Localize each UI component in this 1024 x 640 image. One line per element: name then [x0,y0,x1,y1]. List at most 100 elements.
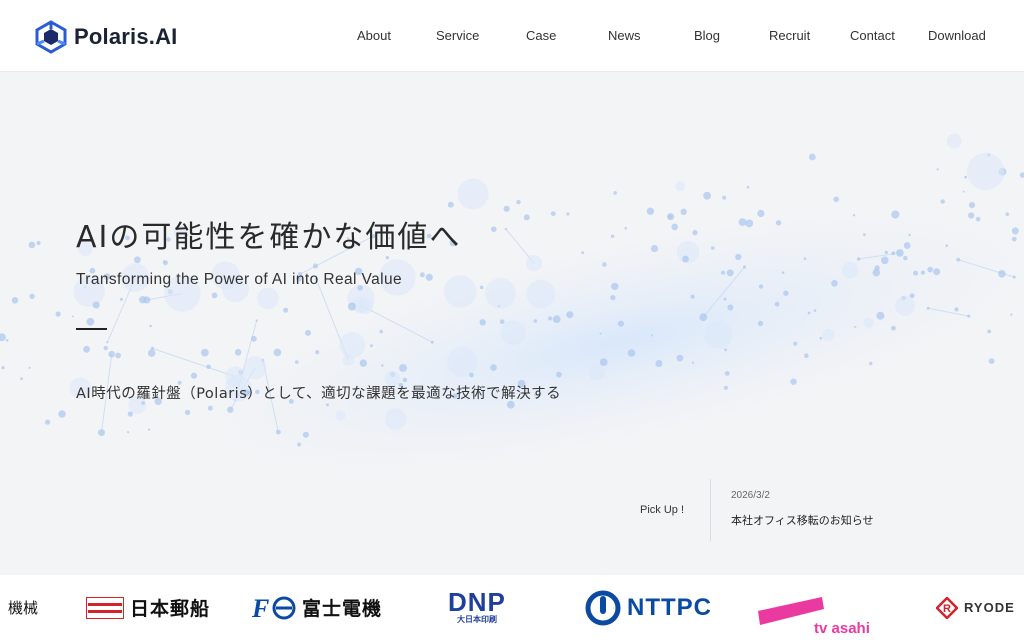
particle-dot [721,270,725,275]
nav-about[interactable]: About [357,28,391,43]
particle-dot [646,207,655,215]
particle-dot [342,354,355,366]
particle-dot [581,251,585,255]
particle-dot [359,359,367,367]
particle-dot [599,332,602,335]
particle-dot [347,302,356,311]
svg-text:R: R [943,603,951,615]
particle-dot [895,296,915,316]
particle-dot [704,321,733,350]
particle-dot [399,364,407,372]
particle-dot [381,364,384,367]
particle-dot [207,405,213,411]
nav-case[interactable]: Case [526,28,556,43]
particle-dot [526,279,556,309]
particle-dot [550,211,556,217]
particle-dot [302,431,309,438]
nav-download[interactable]: Download [928,28,986,43]
particle-dot [946,133,962,149]
client-label: 機械 [8,599,39,617]
particle-dot [257,287,279,310]
client-logo-ryoden: R RYODE [936,575,1015,640]
client-name: tv asahi [814,620,870,637]
particle-dot [379,329,384,334]
particle-dot [611,282,619,291]
particle-dot [139,296,147,304]
particle-dot [650,245,659,253]
particle-dot [1011,227,1019,235]
fuji-electric-mark-icon: F [252,595,296,621]
particle-dot [490,364,497,371]
particle-dot [743,265,747,269]
particle-dot [703,191,711,200]
particle-dot [954,307,959,312]
particle-dot [83,345,90,353]
particle-dot [927,266,933,273]
particle-dot [106,341,109,344]
particle-dot [385,255,389,260]
particle-dot [745,219,754,228]
main-nav: About Service Case News Blog Recruit Con… [0,0,1024,72]
client-logo-strip: 機械 日本郵船 F 富士電機 DNP 大日本印刷 NTTPC tv asahi [0,575,1024,640]
particle-dot [602,262,607,267]
particle-dot [807,311,811,315]
particle-dot [28,366,31,369]
particle-dot [443,275,477,308]
particle-dot [211,292,218,299]
particle-dot [722,195,727,200]
particle-dot [227,406,234,413]
particle-network-background [0,133,1024,502]
particle-dot [276,429,281,435]
particle-dot [675,181,686,192]
particle-dot [419,272,425,278]
pickup-news-link[interactable]: 本社オフィス移転のお知らせ [731,512,874,528]
particle-dot [783,290,789,296]
particle-dot [884,250,888,254]
particle-dot [430,340,434,344]
particle-dot [804,353,809,359]
particle-dot [726,269,734,277]
particle-dot [933,268,941,276]
particle-dot [667,213,675,221]
pickup-news-date: 2026/3/2 [731,490,770,501]
particle-dot [822,328,835,342]
particle-dot [325,403,329,407]
particle-dot [1019,172,1024,178]
particle-dot [813,309,817,312]
particle-dot [876,311,885,320]
particle-dot [115,352,121,359]
particle-dot [891,210,900,219]
client-name: 日本郵船 [130,598,211,620]
nav-service[interactable]: Service [436,28,479,43]
particle-dot [975,216,981,222]
particle-dot [370,344,373,348]
particle-dot [758,284,764,289]
pickup-label: Pick Up ! [640,504,685,516]
nav-blog[interactable]: Blog [694,28,720,43]
particle-dot [108,350,115,358]
particle-dot [98,429,105,437]
nav-recruit[interactable]: Recruit [769,28,810,43]
particle-dot [757,320,764,327]
particle-dot [852,214,856,217]
particle-dot [147,349,156,357]
particle-dot [11,297,19,304]
particle-dot [988,358,995,364]
particle-dot [808,153,816,161]
particle-dot [738,218,747,227]
particle-dot [727,304,734,311]
nav-contact[interactable]: Contact [850,28,895,43]
hero-lead: AI時代の羅針盤（Polaris）として、適切な課題を最適な技術で解決する [76,386,562,402]
particle-dot [251,335,257,342]
particle-dot [469,372,474,378]
particle-dot [425,273,433,281]
particle-dot [149,324,152,328]
nyk-flag-icon [86,596,124,619]
nav-news[interactable]: News [608,28,641,43]
particle-dot [566,311,574,319]
particle-dot [610,295,616,301]
particle-dot [1012,275,1016,279]
particle-dot [339,332,366,358]
particle-dot [968,202,976,209]
particle-dot [457,178,489,210]
